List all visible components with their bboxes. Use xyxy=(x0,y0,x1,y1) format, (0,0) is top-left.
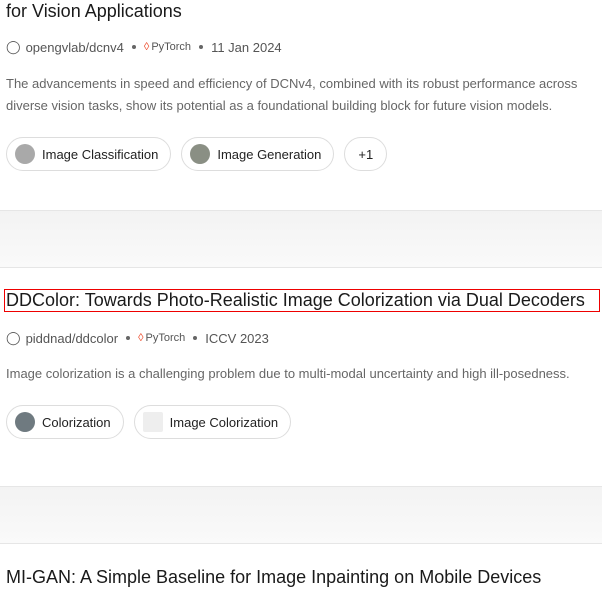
tag-label: Image Colorization xyxy=(169,414,279,430)
paper-card: for Vision Applications ◯ opengvlab/dcnv… xyxy=(0,0,602,210)
paper-date: 11 Jan 2024 xyxy=(211,39,282,55)
tag-image-generation[interactable]: Image Generation xyxy=(181,137,335,171)
tag-image-colorization[interactable]: Image Colorization xyxy=(133,405,292,439)
pytorch-icon: ◊ xyxy=(138,332,144,344)
repo-link[interactable]: opengvlab/dcnv4 xyxy=(26,40,124,55)
paper-card: MI-GAN: A Simple Baseline for Image Inpa… xyxy=(0,544,602,602)
task-thumbnail xyxy=(15,412,35,432)
separator xyxy=(193,336,198,340)
paper-abstract: Image colorization is a challenging prob… xyxy=(6,366,570,381)
card-separator xyxy=(0,486,602,544)
card-separator xyxy=(0,210,602,268)
paper-conference: ICCV 2023 xyxy=(205,330,269,346)
separator xyxy=(131,45,136,49)
tag-label: Colorization xyxy=(42,414,111,430)
tag-label: Image Generation xyxy=(217,146,322,162)
paper-title[interactable]: DDColor: Towards Photo-Realistic Image C… xyxy=(4,289,600,312)
framework-badge: ◊ PyTorch xyxy=(138,332,186,344)
paper-title[interactable]: for Vision Applications xyxy=(6,1,182,22)
task-thumbnail xyxy=(142,412,163,432)
framework-badge: ◊ PyTorch xyxy=(143,41,192,53)
paper-abstract: The advancements in speed and efficiency… xyxy=(6,76,578,113)
pytorch-icon: ◊ xyxy=(143,41,150,53)
tag-image-classification[interactable]: Image Classification xyxy=(6,137,172,171)
tag-label: Image Classification xyxy=(42,146,159,162)
repo-link[interactable]: piddnad/ddcolor xyxy=(26,331,119,346)
task-thumbnail xyxy=(190,144,211,164)
github-icon: ◯ xyxy=(6,330,21,345)
paper-meta: ◯ piddnad/ddcolor ◊ PyTorch ICCV 2023 xyxy=(6,330,269,346)
paper-meta: ◯ opengvlab/dcnv4 ◊ PyTorch 11 Jan 2024 xyxy=(6,39,282,55)
task-thumbnail xyxy=(15,144,35,164)
more-tags-button[interactable]: +1 xyxy=(344,137,388,171)
separator xyxy=(199,45,204,49)
paper-card: DDColor: Towards Photo-Realistic Image C… xyxy=(0,268,602,486)
paper-title[interactable]: MI-GAN: A Simple Baseline for Image Inpa… xyxy=(6,567,541,588)
separator xyxy=(126,336,131,340)
tag-colorization[interactable]: Colorization xyxy=(6,405,124,439)
github-icon: ◯ xyxy=(6,39,21,54)
more-label: +1 xyxy=(358,146,374,162)
